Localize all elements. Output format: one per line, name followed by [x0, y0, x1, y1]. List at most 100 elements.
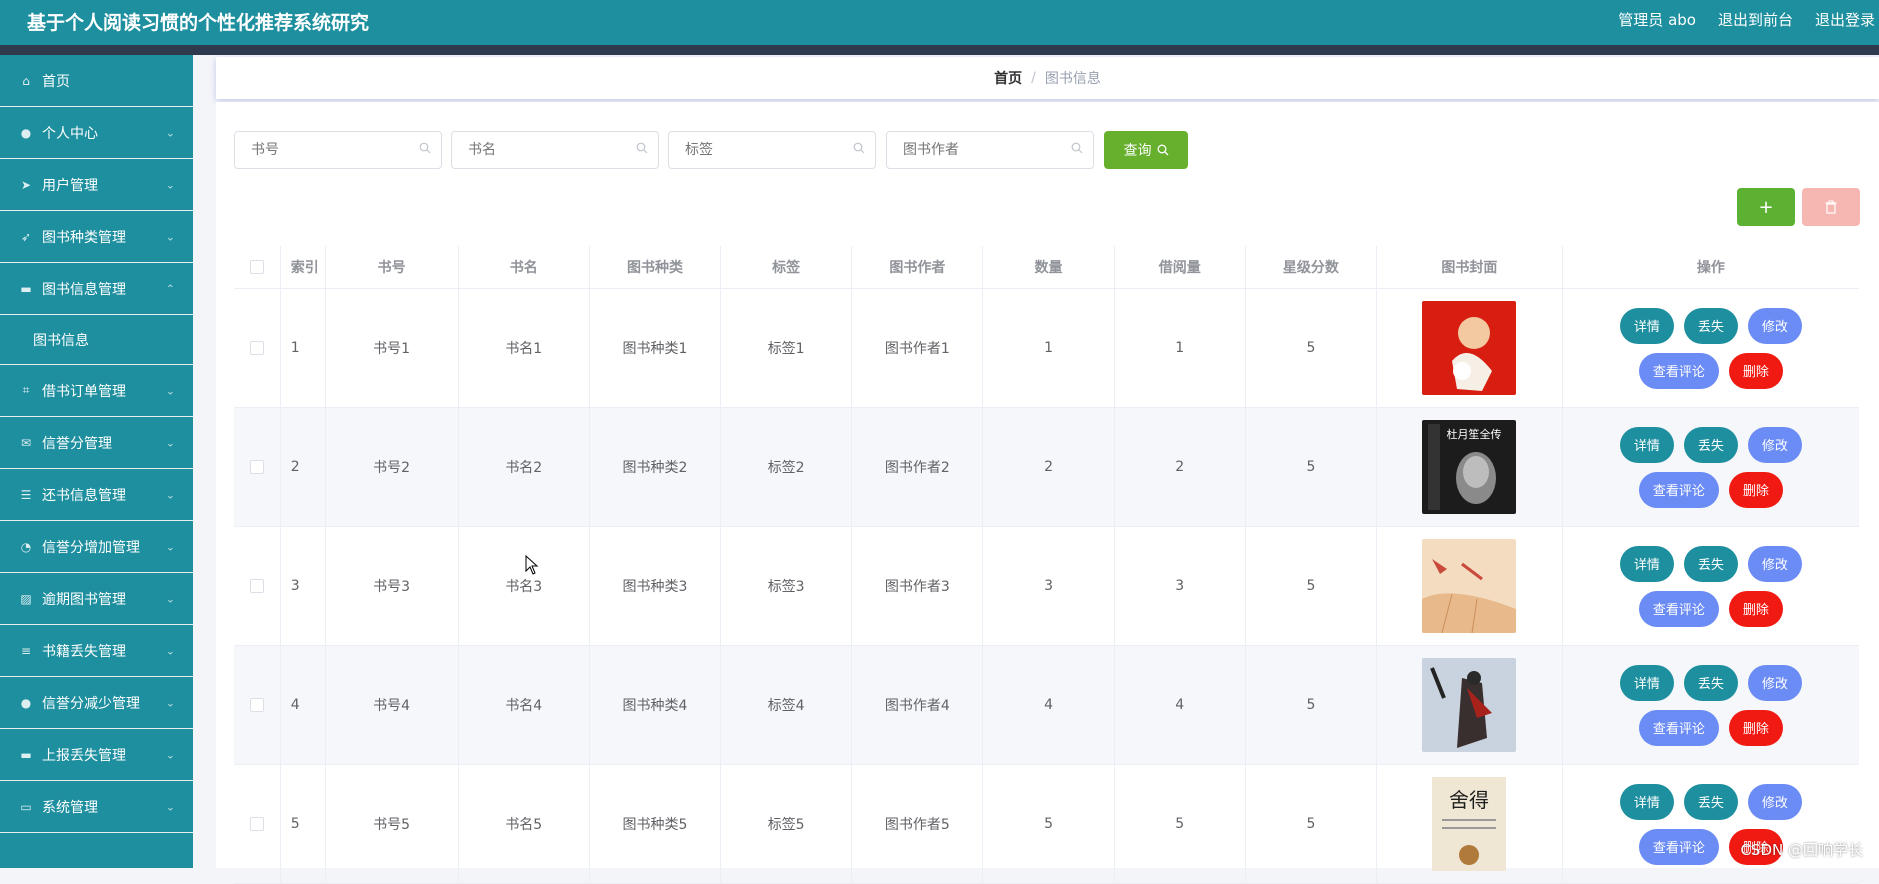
edit-button[interactable]: 修改 [1747, 426, 1802, 463]
lost-button[interactable]: 丢失 [1683, 426, 1738, 463]
row-select-cell[interactable] [234, 408, 281, 526]
view-comments-button[interactable]: 查看评论 [1638, 590, 1719, 627]
lost-button[interactable]: 丢失 [1683, 545, 1738, 582]
edit-button[interactable]: 修改 [1747, 783, 1802, 820]
cell-author: 图书作者3 [852, 527, 984, 645]
cell-cover [1377, 646, 1563, 764]
sidebar-item-label: 个人中心 [42, 125, 98, 142]
book-cover-image[interactable] [1422, 539, 1517, 633]
cell-quantity: 5 [983, 765, 1115, 883]
delete-button[interactable]: 删除 [1728, 709, 1783, 746]
sidebar-item-label: 首页 [42, 73, 70, 90]
sidebar-item-return[interactable]: ☰ 还书信息管理 ⌄ [0, 469, 193, 521]
sidebar-item-home[interactable]: ⌂ 首页 [0, 55, 193, 107]
delete-button[interactable]: 删除 [1728, 471, 1783, 508]
select-all-cell[interactable] [234, 246, 281, 288]
sidebar-item-lost[interactable]: ≡ 书籍丢失管理 ⌄ [0, 625, 193, 677]
author-search[interactable] [886, 131, 1094, 169]
sidebar-item-profile[interactable]: ● 个人中心 ⌄ [0, 107, 193, 159]
header-cover: 图书封面 [1377, 246, 1563, 288]
row-select-cell[interactable] [234, 765, 281, 883]
user-icon: ● [20, 125, 32, 140]
sidebar-item-borrow-orders[interactable]: ⌗ 借书订单管理 ⌄ [0, 365, 193, 417]
sidebar-item-overdue[interactable]: ▨ 逾期图书管理 ⌄ [0, 573, 193, 625]
cell-ops: 详情 丢失 修改 查看评论 删除 [1563, 646, 1859, 764]
detail-button[interactable]: 详情 [1619, 545, 1674, 582]
row-checkbox[interactable] [249, 817, 264, 831]
view-comments-button[interactable]: 查看评论 [1638, 828, 1719, 865]
sidebar-item-label: 上报丢失管理 [42, 747, 126, 764]
select-all-checkbox[interactable] [249, 260, 264, 274]
lost-button[interactable]: 丢失 [1683, 664, 1738, 701]
search-icon [853, 142, 865, 154]
cell-ops: 详情 丢失 修改 查看评论 删除 [1563, 527, 1859, 645]
header-right: 管理员 abo 退出到前台 退出登录 [1618, 9, 1879, 30]
edit-button[interactable]: 修改 [1747, 545, 1802, 582]
row-select-cell[interactable] [234, 646, 281, 764]
sidebar-item-users[interactable]: ➤ 用户管理 ⌄ [0, 159, 193, 211]
book-cover-image[interactable] [1422, 301, 1517, 395]
sidebar-item-label: 图书信息管理 [42, 281, 126, 298]
cell-book-name: 书名3 [459, 527, 590, 645]
breadcrumb-home[interactable]: 首页 [994, 68, 1022, 88]
sidebar-item-credit-decrease[interactable]: ● 信誉分减少管理 ⌄ [0, 677, 193, 729]
sidebar-item-label: 系统管理 [42, 799, 98, 816]
author-input[interactable] [901, 132, 1075, 168]
sidebar-item-credit[interactable]: ✉ 信誉分管理 ⌄ [0, 417, 193, 469]
batch-delete-button[interactable] [1802, 188, 1860, 226]
cell-borrowed: 4 [1115, 646, 1246, 764]
chevron-down-icon: ⌄ [165, 178, 175, 191]
book-name-input[interactable] [466, 132, 640, 168]
detail-button[interactable]: 详情 [1619, 783, 1674, 820]
tag-input[interactable] [683, 132, 857, 168]
detail-button[interactable]: 详情 [1619, 426, 1674, 463]
lost-button[interactable]: 丢失 [1683, 307, 1738, 344]
sidebar-item-book-category[interactable]: ➶ 图书种类管理 ⌄ [0, 211, 193, 263]
detail-button[interactable]: 详情 [1619, 307, 1674, 344]
row-checkbox[interactable] [249, 698, 264, 712]
back-to-front-link[interactable]: 退出到前台 [1718, 9, 1793, 30]
lost-button[interactable]: 丢失 [1683, 783, 1738, 820]
chevron-down-icon: ⌄ [165, 540, 175, 553]
row-checkbox[interactable] [249, 341, 264, 355]
sidebar-item-label: 信誉分增加管理 [42, 539, 140, 556]
chevron-down-icon: ⌄ [165, 800, 175, 813]
header-stars: 星级分数 [1246, 246, 1377, 288]
row-select-cell[interactable] [234, 527, 281, 645]
cell-stars: 5 [1246, 289, 1377, 407]
row-select-cell[interactable] [234, 289, 281, 407]
chevron-down-icon: ⌄ [165, 644, 175, 657]
header-book-no: 书号 [326, 246, 459, 288]
tag-search[interactable] [668, 131, 876, 169]
table-header: 索引 书号 书名 图书种类 标签 图书作者 数量 借阅量 星级分数 图书封面 操… [234, 246, 1859, 289]
add-button[interactable]: + [1737, 188, 1795, 226]
delete-button[interactable]: 删除 [1728, 352, 1783, 389]
delete-button[interactable]: 删除 [1728, 590, 1783, 627]
view-comments-button[interactable]: 查看评论 [1638, 471, 1719, 508]
view-comments-button[interactable]: 查看评论 [1638, 352, 1719, 389]
cell-stars: 5 [1246, 527, 1377, 645]
edit-button[interactable]: 修改 [1747, 664, 1802, 701]
book-cover-image[interactable] [1422, 658, 1517, 752]
sidebar-item-credit-increase[interactable]: ◔ 信誉分增加管理 ⌄ [0, 521, 193, 573]
sidebar-item-book-info[interactable]: ▬ 图书信息管理 ⌃ [0, 263, 193, 315]
cover-title: 舍得 [1449, 788, 1489, 812]
edit-button[interactable]: 修改 [1747, 307, 1802, 344]
book-no-input[interactable] [249, 132, 423, 168]
book-name-search[interactable] [451, 131, 659, 169]
view-comments-button[interactable]: 查看评论 [1638, 709, 1719, 746]
logout-link[interactable]: 退出登录 [1815, 9, 1875, 30]
row-checkbox[interactable] [249, 460, 264, 474]
detail-button[interactable]: 详情 [1619, 664, 1674, 701]
cell-book-no: 书号4 [326, 646, 459, 764]
cell-quantity: 2 [983, 408, 1115, 526]
submenu-book-info[interactable]: 图书信息 [0, 315, 193, 365]
query-button[interactable]: 查询 [1104, 131, 1188, 169]
sidebar-item-system[interactable]: ▭ 系统管理 ⌄ [0, 781, 193, 833]
row-checkbox[interactable] [249, 579, 264, 593]
book-cover-image[interactable]: 杜月笙全传 [1422, 420, 1517, 514]
book-cover-image[interactable]: 舍得 [1422, 777, 1516, 871]
table-row: 2 书号2 书名2 图书种类2 标签2 图书作者2 2 2 5 杜月笙全传 详情… [234, 408, 1859, 527]
book-no-search[interactable] [234, 131, 442, 169]
sidebar-item-report-lost[interactable]: ▬ 上报丢失管理 ⌄ [0, 729, 193, 781]
